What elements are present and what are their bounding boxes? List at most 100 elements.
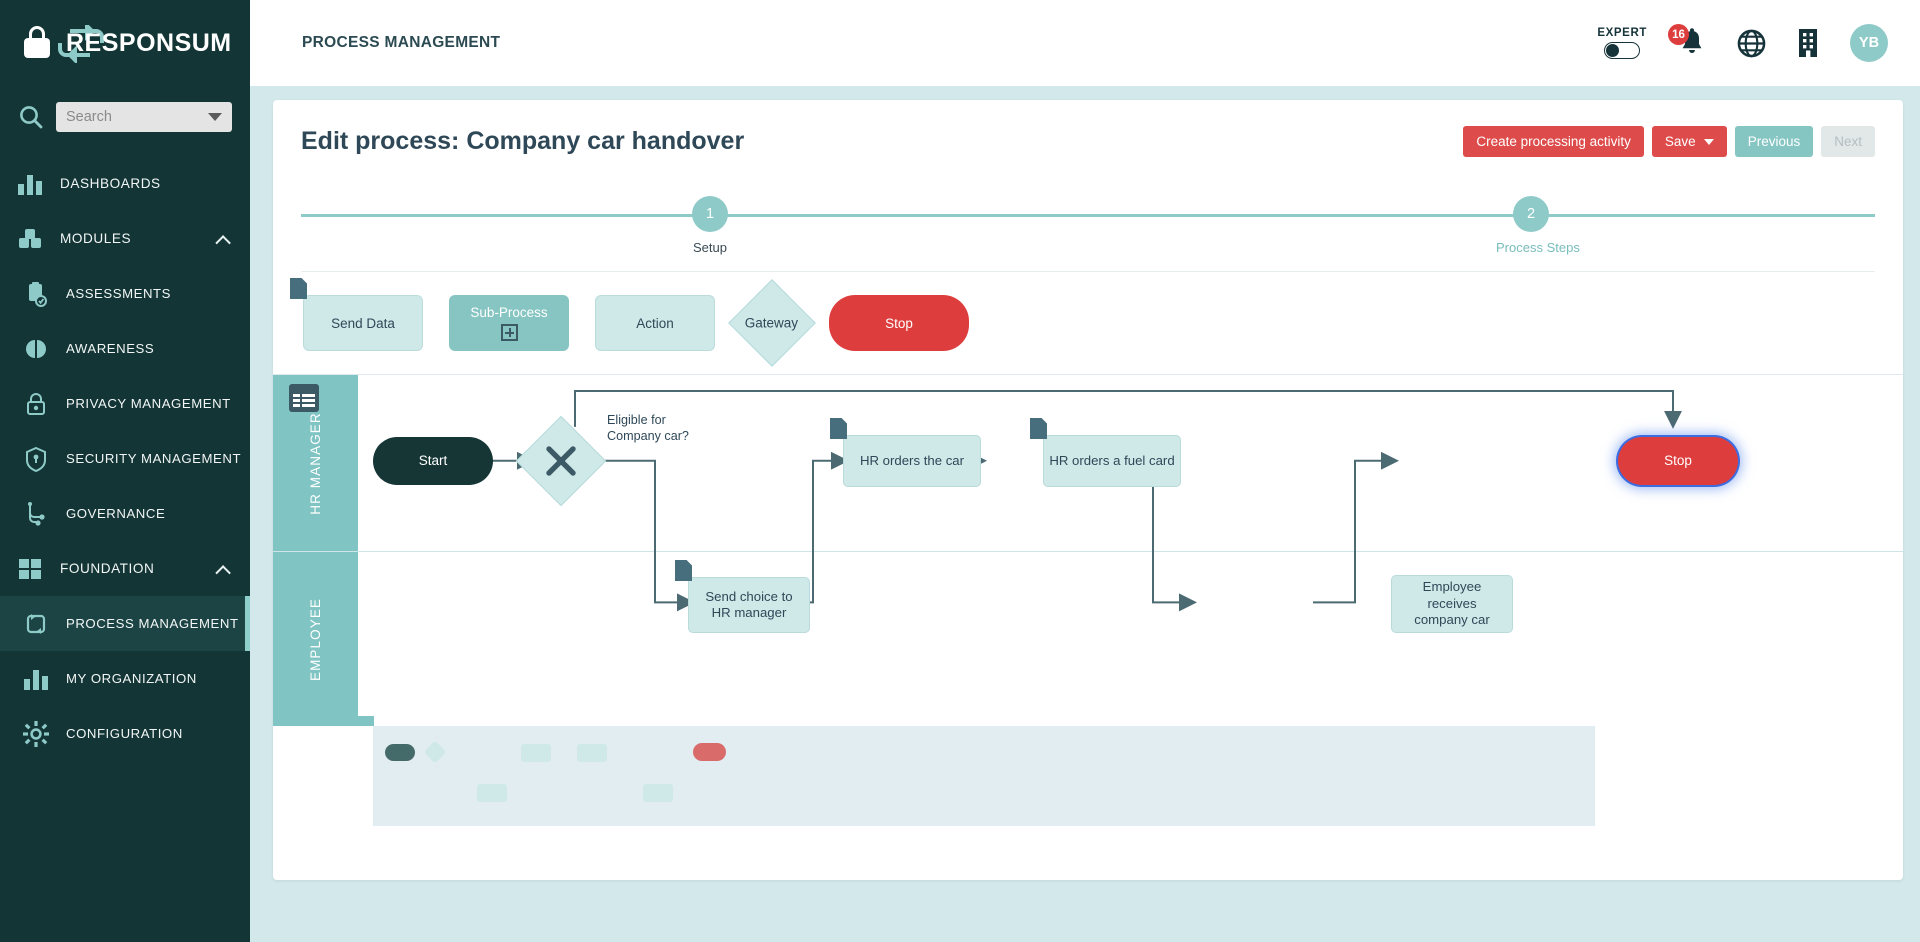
lane-body[interactable] bbox=[358, 552, 1903, 727]
node-hr-orders-the-car[interactable]: HR orders the car bbox=[830, 418, 981, 487]
step-setup[interactable]: 1 Setup bbox=[675, 193, 745, 255]
search-icon[interactable] bbox=[18, 104, 44, 130]
palette-action[interactable]: Action bbox=[595, 295, 715, 351]
lane-label: HR MANAGER bbox=[308, 411, 324, 515]
palette-label: Stop bbox=[885, 315, 913, 331]
palette-send-data[interactable]: Send Data bbox=[290, 278, 423, 351]
node-employee-receives-company-car[interactable]: Employee receives company car bbox=[1391, 575, 1513, 633]
step-number[interactable]: 1 bbox=[692, 196, 728, 232]
palette-label: Sub-Process bbox=[470, 305, 548, 320]
avatar[interactable]: YB bbox=[1850, 24, 1888, 62]
bar-chart-icon bbox=[16, 170, 44, 198]
step-label: Setup bbox=[693, 240, 727, 255]
padlock-icon bbox=[22, 390, 50, 418]
document-icon bbox=[830, 418, 847, 439]
palette-gateway[interactable]: Gateway bbox=[728, 279, 816, 367]
step-number[interactable]: 2 bbox=[1513, 196, 1549, 232]
sidebar-item-label: DASHBOARDS bbox=[60, 176, 161, 191]
save-button[interactable]: Save bbox=[1651, 126, 1727, 157]
document-icon bbox=[290, 278, 307, 299]
create-processing-activity-button[interactable]: Create processing activity bbox=[1463, 126, 1644, 157]
lock-icon bbox=[22, 26, 52, 60]
shield-icon bbox=[22, 445, 50, 473]
table-icon[interactable] bbox=[289, 384, 319, 412]
previous-button[interactable]: Previous bbox=[1734, 126, 1814, 157]
sidebar-item-configuration[interactable]: CONFIGURATION bbox=[0, 706, 250, 761]
diagram-canvas[interactable]: HR MANAGER EMPLOYEE Start Eligible for C… bbox=[273, 374, 1903, 727]
topbar-actions: EXPERT 16 YB bbox=[1597, 24, 1888, 62]
globe-icon[interactable] bbox=[1737, 29, 1766, 58]
node-label: Stop bbox=[1664, 452, 1692, 468]
sidebar-item-label: FOUNDATION bbox=[60, 561, 155, 576]
sidebar-item-dashboards[interactable]: DASHBOARDS bbox=[0, 156, 250, 211]
sidebar-item-my-organization[interactable]: MY ORGANIZATION bbox=[0, 651, 250, 706]
node-hr-orders-a-fuel-card[interactable]: HR orders a fuel card bbox=[1030, 418, 1181, 487]
sidebar-item-modules[interactable]: MODULES bbox=[0, 211, 250, 266]
document-icon bbox=[675, 560, 692, 581]
sidebar-search bbox=[0, 86, 250, 144]
process-loop-icon bbox=[22, 610, 50, 638]
search-box[interactable] bbox=[56, 102, 232, 132]
sidebar-item-foundation[interactable]: FOUNDATION bbox=[0, 541, 250, 596]
minimap-node-receives-car bbox=[643, 784, 673, 802]
sidebar-item-label: SECURITY MANAGEMENT bbox=[66, 451, 242, 466]
sidebar-item-assessments[interactable]: ASSESSMENTS bbox=[0, 266, 250, 321]
gateway-label-line2: Company car? bbox=[607, 428, 689, 443]
sidebar-nav: DASHBOARDS MODULES ASSESSMENTS AWARENESS PRI… bbox=[0, 156, 250, 761]
sidebar-item-process-management[interactable]: PROCESS MANAGEMENT bbox=[0, 596, 250, 651]
search-input[interactable] bbox=[66, 109, 202, 125]
lane-header[interactable]: EMPLOYEE bbox=[273, 552, 358, 727]
lane-label: EMPLOYEE bbox=[307, 597, 323, 682]
sidebar-item-label: PROCESS MANAGEMENT bbox=[66, 616, 239, 631]
modules-icon bbox=[16, 225, 44, 253]
brand-wordmark: RESPONSUM bbox=[58, 24, 232, 63]
app-root: RESPONSUM DASHBOARDS MODULES ASSESSMENTS AW… bbox=[0, 0, 1920, 942]
minimap-node-gateway bbox=[423, 740, 447, 764]
minimap-node-send-choice bbox=[477, 784, 507, 802]
sidebar-item-governance[interactable]: GOVERNANCE bbox=[0, 486, 250, 541]
minimap-viewport[interactable] bbox=[373, 726, 1595, 826]
sidebar-item-label: AWARENESS bbox=[66, 341, 155, 356]
node-send-choice-to-hr-manager[interactable]: Send choice to HR manager bbox=[675, 560, 810, 633]
sidebar: RESPONSUM DASHBOARDS MODULES ASSESSMENTS AW… bbox=[0, 0, 250, 942]
clipboard-check-icon bbox=[22, 280, 50, 308]
chevron-up-icon[interactable] bbox=[215, 564, 231, 581]
minimap-node-start bbox=[385, 744, 415, 761]
chevron-up-icon[interactable] bbox=[215, 234, 231, 251]
stepper-track bbox=[301, 214, 1875, 217]
hierarchy-icon bbox=[22, 500, 50, 528]
palette-label: Gateway bbox=[745, 315, 799, 331]
palette-sub-process[interactable]: Sub-Process bbox=[449, 295, 569, 351]
step-process-steps[interactable]: 2 Process Steps bbox=[1496, 193, 1580, 255]
node-stop[interactable]: Stop bbox=[1618, 437, 1738, 485]
sidebar-item-label: PRIVACY MANAGEMENT bbox=[66, 396, 231, 411]
palette-stop[interactable]: Stop bbox=[829, 295, 969, 351]
notification-badge: 16 bbox=[1668, 24, 1689, 45]
breadcrumb: PROCESS MANAGEMENT bbox=[302, 34, 501, 51]
sidebar-item-security-management[interactable]: SECURITY MANAGEMENT bbox=[0, 431, 250, 486]
brand-logo[interactable]: RESPONSUM bbox=[0, 0, 250, 86]
minimap[interactable] bbox=[273, 716, 1903, 838]
node-label: Employee receives company car bbox=[1414, 579, 1490, 628]
brand-name: RESPONSUM bbox=[66, 28, 232, 57]
action-buttons: Create processing activity Save Previous… bbox=[1463, 126, 1875, 157]
save-button-label: Save bbox=[1664, 134, 1696, 149]
chevron-down-icon[interactable] bbox=[208, 113, 222, 121]
sidebar-item-label: GOVERNANCE bbox=[66, 506, 166, 521]
building-icon[interactable] bbox=[1796, 28, 1820, 58]
expert-toggle-switch[interactable] bbox=[1604, 42, 1641, 59]
sidebar-item-awareness[interactable]: AWARENESS bbox=[0, 321, 250, 376]
chevron-down-icon[interactable] bbox=[1703, 138, 1714, 145]
main-area: PROCESS MANAGEMENT EXPERT 16 YB Edit pro… bbox=[250, 0, 1920, 942]
notifications-button[interactable]: 16 bbox=[1668, 24, 1707, 59]
brain-icon bbox=[22, 335, 50, 363]
gateway-label: Eligible for Company car? bbox=[607, 413, 689, 444]
palette-label: Send Data bbox=[331, 315, 395, 331]
minimap-node-fuel-card bbox=[577, 744, 607, 762]
card-header: Edit process: Company car handover Creat… bbox=[273, 100, 1903, 157]
expert-mode-toggle[interactable]: EXPERT bbox=[1597, 27, 1647, 59]
bar-chart-icon bbox=[22, 665, 50, 693]
node-label: Start bbox=[418, 452, 448, 468]
node-start[interactable]: Start bbox=[373, 437, 493, 485]
sidebar-item-privacy-management[interactable]: PRIVACY MANAGEMENT bbox=[0, 376, 250, 431]
